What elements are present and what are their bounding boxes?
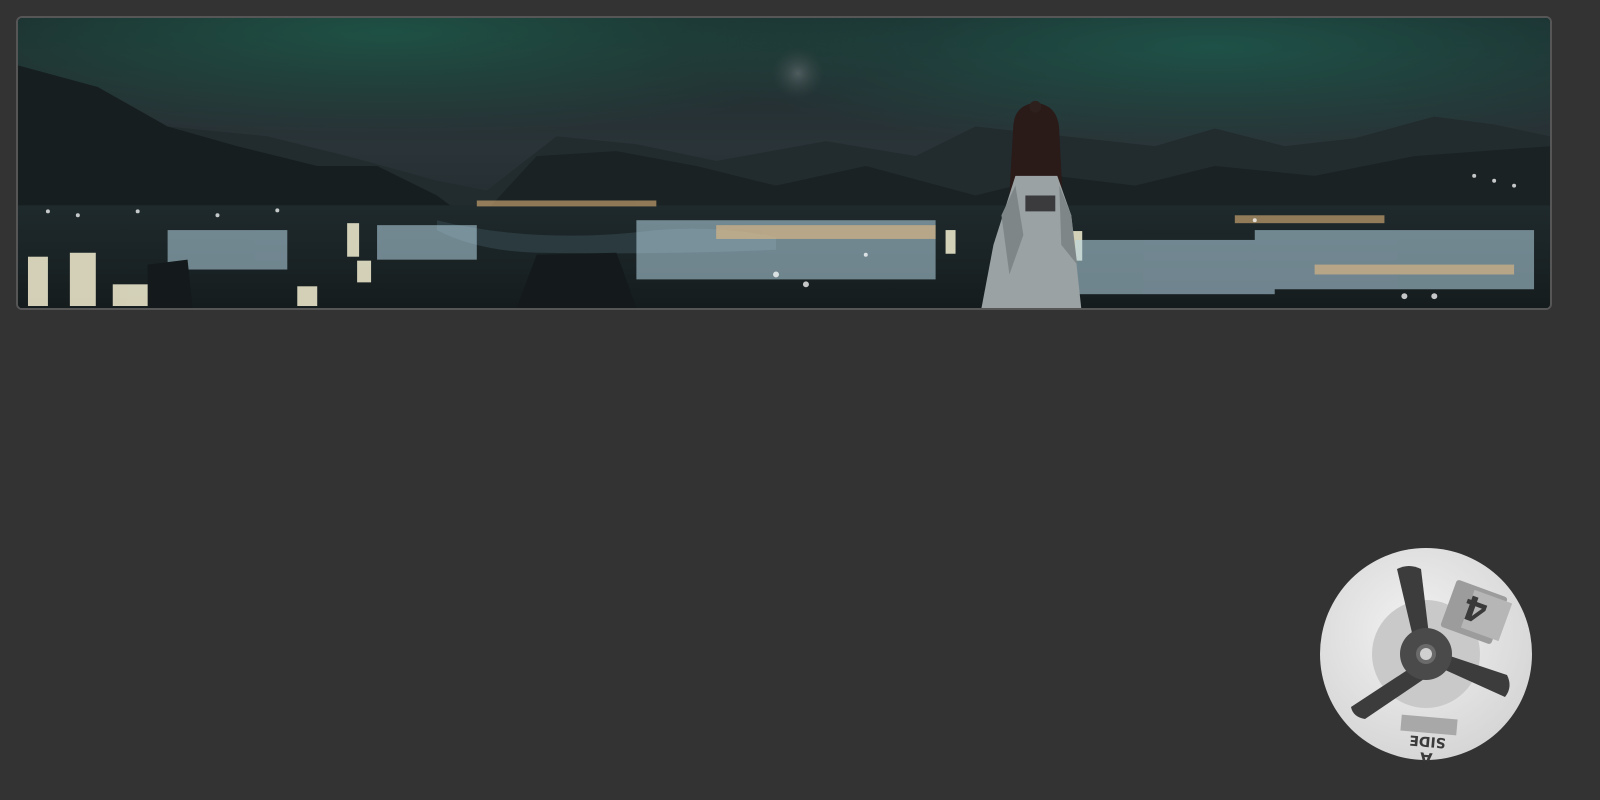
night-city-scene <box>18 18 1550 308</box>
music-player-disc-button[interactable]: 4 SIDE A <box>1319 547 1533 761</box>
reel-to-reel-disc-icon: 4 SIDE A <box>1320 548 1532 761</box>
page: 4 SIDE A <box>0 0 1600 800</box>
side-word: SIDE <box>1409 731 1447 750</box>
side-letter: A <box>1418 748 1433 761</box>
header-banner-image <box>16 16 1552 310</box>
moon <box>772 47 824 99</box>
